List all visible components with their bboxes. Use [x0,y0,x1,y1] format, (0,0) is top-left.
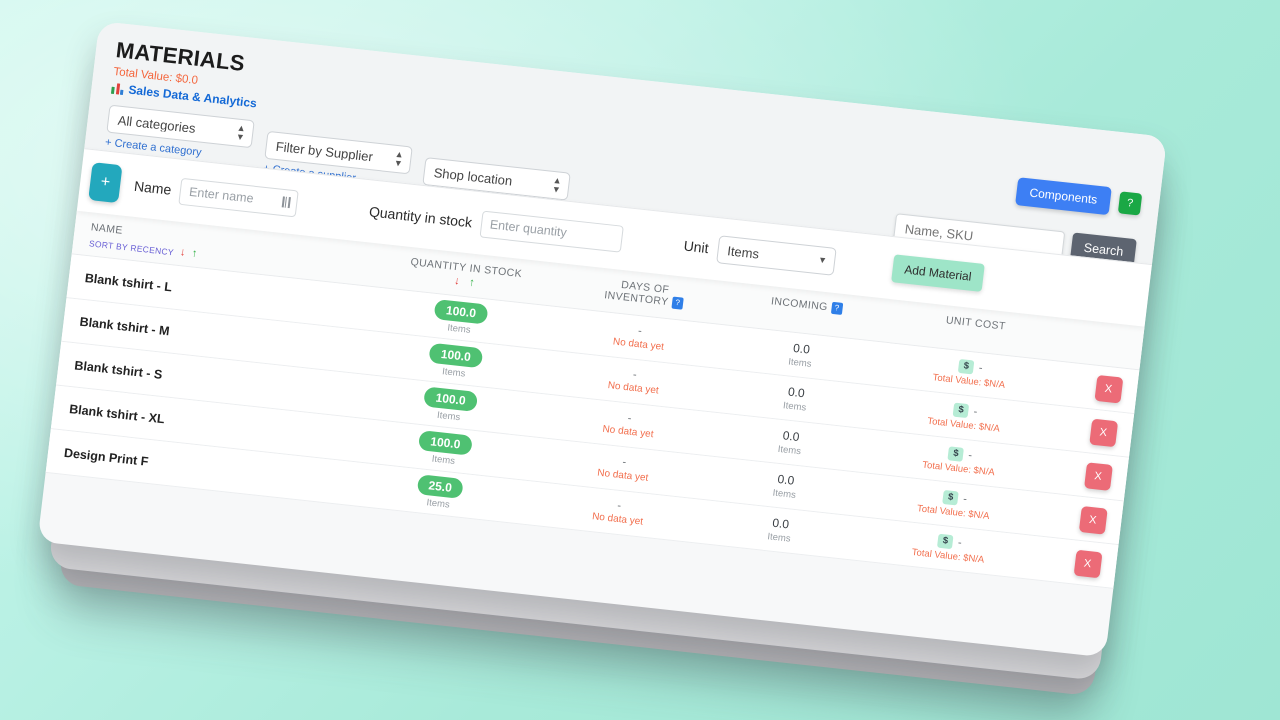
days-value: - [632,368,638,382]
incoming-value: 0.0 [771,515,790,532]
column-header-incoming-label: INCOMING [770,295,829,314]
row-total-value: Total Value: $N/A [926,416,1001,435]
sort-desc-icon[interactable]: ↓ [454,275,461,288]
days-no-data-note: No data yet [601,423,655,441]
incoming-unit: Items [787,356,813,370]
days-value: - [627,412,633,425]
incoming-value: 0.0 [792,340,811,357]
unit-cost-value: - [962,493,968,506]
help-badge-icon[interactable]: ? [671,296,684,310]
cell-delete: X [1047,502,1139,537]
material-name: Design Print F [63,445,150,469]
material-name: Blank tshirt - M [78,314,171,338]
days-no-data-note: No data yet [591,511,644,528]
days-value: - [621,456,627,469]
dollar-icon[interactable]: $ [952,402,970,419]
quantity-field-label: Quantity in stock [368,203,474,231]
column-header-delete [1071,328,1159,338]
quantity-badge: 100.0 [423,386,478,413]
incoming-unit: Items [766,531,792,545]
days-value: - [637,325,643,338]
cell-delete: X [1052,458,1144,493]
quantity-input[interactable] [479,210,624,253]
help-badge-icon[interactable]: ? [830,301,844,315]
incoming-value: 0.0 [782,428,801,445]
cell-incoming: 0.0 Items [709,465,861,508]
unit-select-wrap: Items ▼ [715,235,837,276]
quantity-badge: 100.0 [433,298,489,325]
unit-cost-line: $ - [952,402,979,419]
days-no-data-note: No data yet [596,467,649,484]
cell-delete: X [1063,371,1155,406]
cell-incoming: 0.0 Items [725,334,877,377]
incoming-unit: Items [771,487,797,501]
cell-incoming: 0.0 Items [714,421,866,464]
delete-row-button[interactable]: X [1083,461,1113,491]
unit-select[interactable]: Items [715,235,837,276]
sort-asc-icon[interactable]: ↑ [191,247,198,260]
quantity-field-group: Quantity in stock [368,198,624,253]
quantity-unit: Items [446,322,472,336]
cell-delete: X [1042,546,1134,581]
help-button[interactable]: ? [1117,191,1143,216]
add-material-button[interactable]: Add Material [890,254,985,292]
unit-cost-value: - [972,405,978,419]
quantity-badge: 100.0 [418,430,473,456]
bar-chart-icon [110,82,124,96]
name-input[interactable] [178,177,300,217]
unit-cost-value: - [967,449,973,462]
add-expand-button[interactable]: + [88,162,123,204]
name-field-label: Name [133,177,173,198]
incoming-value: 0.0 [776,472,796,488]
dollar-icon[interactable]: $ [936,533,954,550]
card-stack: MATERIALS Total Value: $0.0 Sales Data &… [35,21,1183,697]
quantity-unit: Items [425,497,451,511]
incoming-value: 0.0 [787,384,806,401]
delete-row-button[interactable]: X [1073,549,1103,578]
unit-field-group: Unit Items ▼ [682,232,837,276]
material-name: Blank tshirt - XL [68,401,166,426]
unit-cost-line: $ - [942,489,968,507]
dollar-icon[interactable]: $ [942,489,960,506]
dollar-icon[interactable]: $ [947,446,965,463]
row-total-value: Total Value: $N/A [932,372,1006,392]
days-no-data-note: No data yet [612,336,665,353]
sort-asc-icon[interactable]: ↑ [468,277,475,290]
quantity-badge: 25.0 [416,474,464,500]
unit-cost-value: - [978,362,984,375]
quantity-unit: Items [441,366,466,380]
cell-incoming: 0.0 Items [719,377,871,420]
row-total-value: Total Value: $N/A [911,547,985,566]
name-input-wrap [178,177,300,217]
barcode-icon[interactable] [282,196,292,209]
unit-field-label: Unit [682,237,710,257]
unit-cost-value: - [957,536,963,550]
material-name: Blank tshirt - S [73,357,164,382]
days-value: - [616,499,622,513]
unit-cost-line: $ - [936,533,963,551]
name-field-group: Name [133,172,300,217]
material-name: Blank tshirt - L [84,270,173,294]
cell-days-of-inventory: - No data yet [530,491,707,535]
dollar-icon[interactable]: $ [957,358,975,375]
cell-incoming: 0.0 Items [704,509,856,552]
incoming-unit: Items [777,443,802,458]
delete-row-button[interactable]: X [1088,418,1118,447]
delete-row-button[interactable]: X [1078,505,1108,535]
cell-delete: X [1057,415,1149,450]
quantity-unit: Items [431,453,456,468]
quantity-badge: 100.0 [428,342,483,369]
incoming-unit: Items [782,400,807,414]
sort-desc-icon[interactable]: ↓ [179,246,186,259]
days-no-data-note: No data yet [607,380,660,397]
delete-row-button[interactable]: X [1094,374,1123,403]
unit-cost-line: $ - [957,358,984,376]
unit-cost-line: $ - [947,446,973,463]
quantity-unit: Items [436,409,461,424]
row-total-value: Total Value: $N/A [916,503,990,523]
row-total-value: Total Value: $N/A [921,459,996,479]
